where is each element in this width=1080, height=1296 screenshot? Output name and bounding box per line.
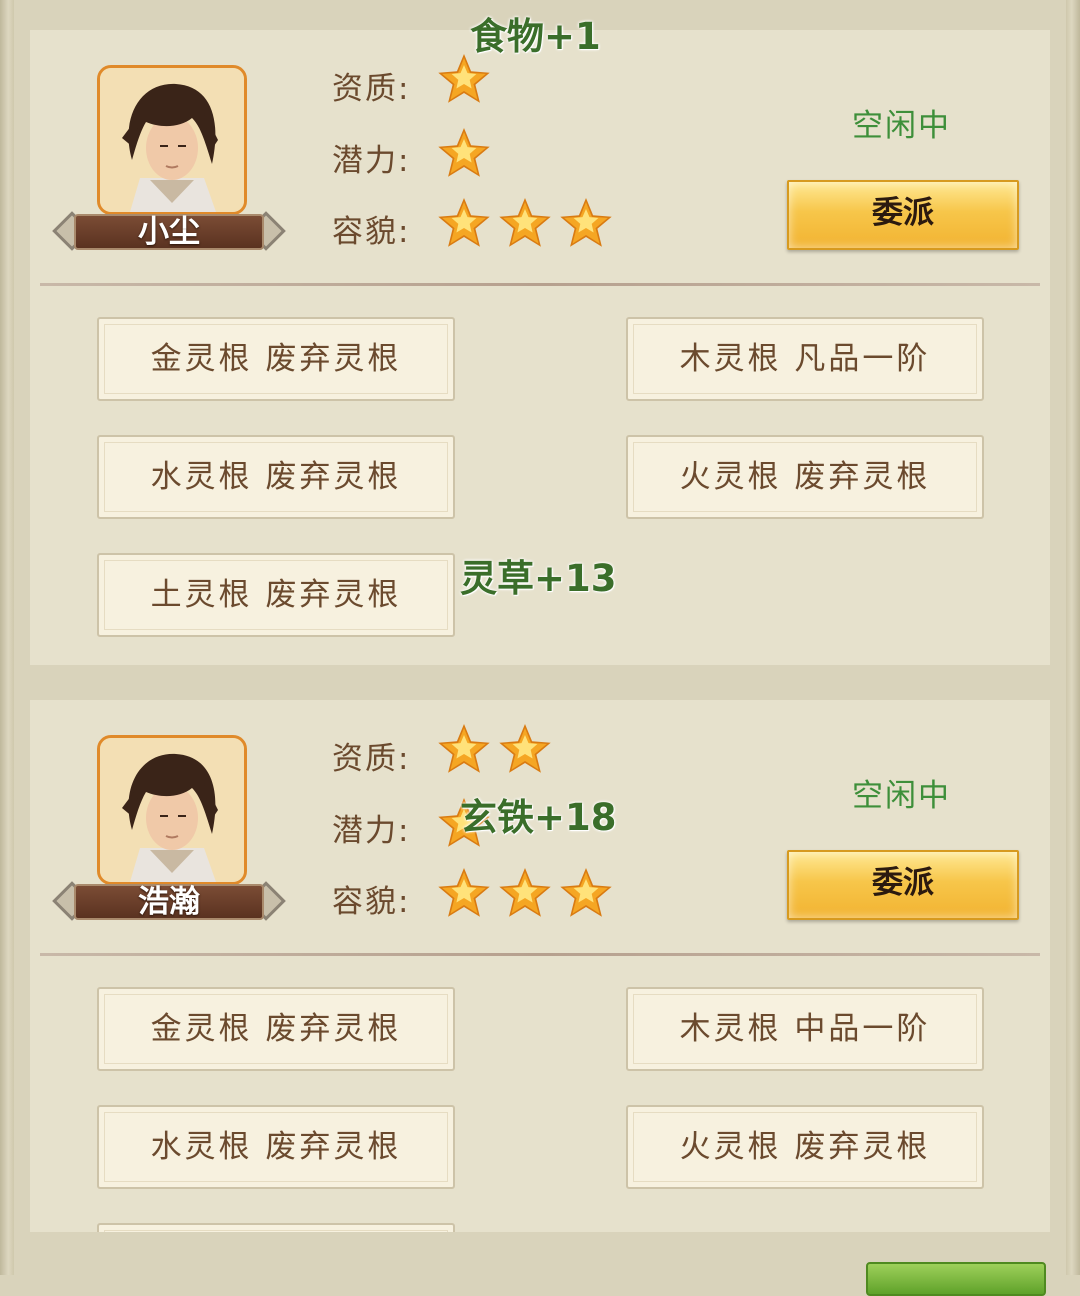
status-text: 空闲中 — [852, 108, 951, 144]
name-banner: 浩瀚 — [50, 880, 288, 924]
root-water-button[interactable]: 水灵根 废弃灵根 — [97, 1105, 455, 1189]
star-icon — [560, 868, 612, 917]
bottom-action-button[interactable] — [866, 1262, 1046, 1296]
star-icon — [438, 198, 490, 247]
assign-button[interactable]: 委派 — [787, 850, 1019, 920]
divider — [40, 283, 1040, 286]
frame-left — [0, 0, 14, 1275]
avatar[interactable] — [97, 65, 247, 215]
looks-label: 容貌: — [332, 884, 411, 920]
root-wood-button[interactable]: 木灵根 凡品一阶 — [626, 317, 984, 401]
star-icon — [438, 128, 490, 177]
food-gain-text: 食物+1 — [470, 15, 601, 58]
root-earth-button[interactable] — [97, 1223, 455, 1232]
herb-gain-text: 灵草+13 — [460, 557, 617, 600]
status-text: 空闲中 — [852, 778, 951, 814]
root-metal-button[interactable]: 金灵根 废弃灵根 — [97, 317, 455, 401]
star-icon — [499, 724, 551, 773]
star-icon — [499, 198, 551, 247]
iron-gain-text: 玄铁+18 — [460, 796, 617, 839]
star-icon — [499, 868, 551, 917]
root-fire-button[interactable]: 火灵根 废弃灵根 — [626, 1105, 984, 1189]
root-fire-button[interactable]: 火灵根 废弃灵根 — [626, 435, 984, 519]
root-metal-button[interactable]: 金灵根 废弃灵根 — [97, 987, 455, 1071]
aptitude-label: 资质: — [332, 741, 411, 777]
root-earth-button[interactable]: 土灵根 废弃灵根 — [97, 553, 455, 637]
root-water-button[interactable]: 水灵根 废弃灵根 — [97, 435, 455, 519]
root-wood-button[interactable]: 木灵根 中品一阶 — [626, 987, 984, 1071]
divider — [40, 953, 1040, 956]
disciple-card: 浩瀚 资质: 潜力: 容貌: 空闲中 委派 金灵根 废弃灵根 木灵根 中品一阶 … — [30, 700, 1050, 1232]
name-banner: 小尘 — [50, 210, 288, 254]
avatar[interactable] — [97, 735, 247, 885]
star-icon — [438, 724, 490, 773]
assign-button[interactable]: 委派 — [787, 180, 1019, 250]
star-icon — [438, 868, 490, 917]
looks-label: 容貌: — [332, 214, 411, 250]
potential-label: 潜力: — [332, 143, 411, 179]
frame-right — [1066, 0, 1080, 1275]
disciple-name: 浩瀚 — [138, 884, 200, 920]
potential-label: 潜力: — [332, 813, 411, 849]
star-icon — [560, 198, 612, 247]
aptitude-label: 资质: — [332, 71, 411, 107]
disciple-name: 小尘 — [138, 214, 200, 250]
